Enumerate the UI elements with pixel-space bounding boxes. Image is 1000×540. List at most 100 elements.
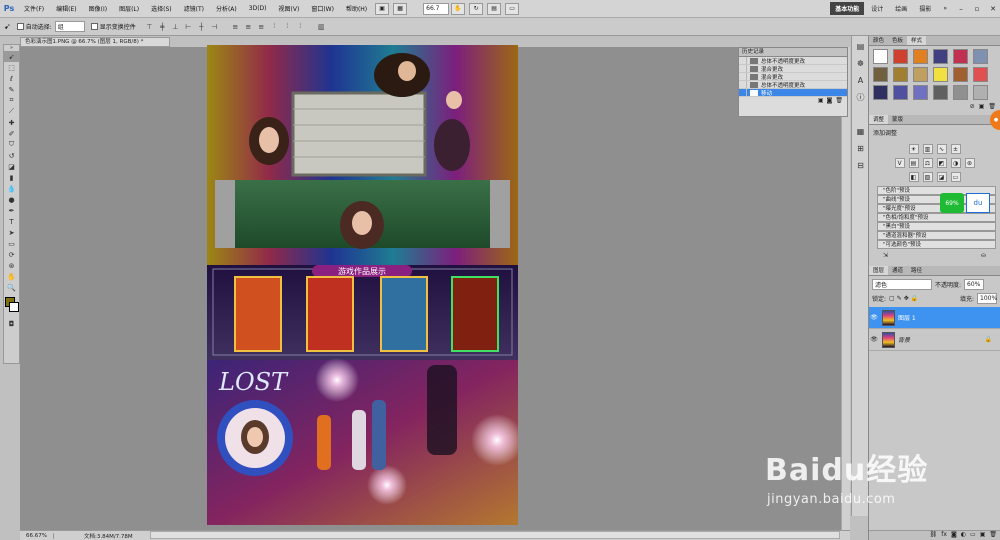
style-swatch[interactable] [973, 49, 988, 64]
zoom-select[interactable]: 66.7 [423, 2, 450, 15]
screen-mode-icon[interactable]: ▭ [505, 2, 520, 15]
trash-icon[interactable]: 🗑 [988, 103, 996, 111]
tab-adjustments[interactable]: 调整 [869, 115, 889, 124]
clone-stamp-icon[interactable]: ⛉ [4, 139, 19, 150]
layer-row[interactable]: 👁 背景 🔒 [869, 329, 1000, 351]
brightness-icon[interactable]: ☀ [908, 144, 919, 154]
dodge-tool-icon[interactable]: ● [4, 194, 19, 205]
auto-align-icon[interactable]: ▥ [316, 21, 327, 32]
status-zoom[interactable]: 66.67% [20, 532, 54, 539]
workspace-more-icon[interactable]: » [938, 2, 952, 15]
background-color-swatch[interactable] [9, 302, 19, 312]
style-swatch[interactable] [913, 49, 928, 64]
threshold-icon[interactable]: ◪ [936, 172, 947, 182]
add-mask-icon[interactable]: ◙ [951, 531, 957, 540]
trash-icon[interactable]: 🗑 [989, 531, 997, 540]
auto-select-dropdown[interactable]: 组 [54, 21, 85, 32]
info-panel-icon[interactable]: ⓘ [853, 90, 868, 104]
rotate-view-icon[interactable]: ↻ [469, 2, 484, 15]
baidu-badge[interactable]: du [966, 193, 990, 213]
vibrance-icon[interactable]: V [894, 158, 905, 168]
tab-paths[interactable]: 路径 [907, 266, 926, 275]
hand-tool-icon[interactable]: ✋ [451, 2, 466, 15]
black-white-icon[interactable]: ◩ [936, 158, 947, 168]
style-swatch[interactable] [913, 67, 928, 82]
style-swatch[interactable] [933, 67, 948, 82]
distribute-left-icon[interactable]: ⦙ [269, 21, 280, 32]
history-item[interactable]: 总体不透明度更改 [739, 57, 847, 65]
menu-filter[interactable]: 滤镜(T) [178, 4, 210, 13]
horizontal-scrollbar[interactable] [150, 531, 840, 539]
canvas-image[interactable]: 游戏作品展示 LOST [207, 45, 518, 525]
tab-masks[interactable]: 蒙版 [888, 115, 907, 124]
posterize-icon[interactable]: ▨ [922, 172, 933, 182]
menu-layer[interactable]: 图层(L) [113, 4, 145, 13]
channel-mixer-icon[interactable]: ⊛ [964, 158, 975, 168]
curves-icon[interactable]: ∿ [936, 144, 947, 154]
trash-icon[interactable]: 🗑 [835, 97, 843, 105]
expand-view-icon[interactable]: ⇲ [883, 252, 888, 262]
hand-tool-icon[interactable]: ✋ [4, 271, 19, 282]
preset-channel-mixer[interactable]: "通道混和器"预设 [877, 231, 996, 240]
menu-3d[interactable]: 3D(D) [243, 5, 273, 12]
marquee-tool-icon[interactable]: ⬚ [4, 62, 19, 73]
menu-file[interactable]: 文件(F) [18, 4, 50, 13]
new-group-icon[interactable]: ▭ [970, 531, 976, 540]
lock-transparent-icon[interactable]: ▢ [889, 295, 895, 302]
healing-brush-icon[interactable]: ✚ [4, 117, 19, 128]
3d-rotate-icon[interactable]: ⟳ [4, 249, 19, 260]
bridge-icon[interactable]: ▣ [375, 2, 390, 15]
tool-presets-icon[interactable]: ⊞ [853, 141, 868, 155]
workspace-essentials[interactable]: 基本功能 [830, 2, 865, 15]
clip-icon[interactable]: ⛀ [981, 252, 986, 262]
distribute-right-icon[interactable]: ⦙ [295, 21, 306, 32]
menu-help[interactable]: 帮助(H) [340, 4, 373, 13]
character-panel-icon[interactable]: A [853, 73, 868, 87]
lasso-tool-icon[interactable]: ℓ [4, 73, 19, 84]
quick-select-tool-icon[interactable]: ✎ [4, 84, 19, 95]
history-panel-icon[interactable]: ▤ [853, 39, 868, 53]
new-adjustment-icon[interactable]: ◐ [961, 531, 966, 540]
style-swatch[interactable] [933, 85, 948, 100]
workspace-painting[interactable]: 绘画 [890, 2, 912, 15]
tab-swatches[interactable]: 色板 [888, 36, 907, 45]
style-swatch[interactable] [953, 49, 968, 64]
tab-channels[interactable]: 通道 [888, 266, 907, 275]
layer-comps-icon[interactable]: ▦ [853, 124, 868, 138]
style-swatch[interactable] [953, 67, 968, 82]
align-bottom-icon[interactable]: ⊥ [170, 21, 181, 32]
align-hcenter-icon[interactable]: ┼ [196, 21, 207, 32]
auto-select-checkbox[interactable] [16, 23, 24, 30]
align-vcenter-icon[interactable]: ╪ [157, 21, 168, 32]
gradient-map-icon[interactable]: ▭ [950, 172, 961, 182]
style-none[interactable] [873, 49, 888, 64]
style-swatch[interactable] [953, 85, 968, 100]
lock-pixels-icon[interactable]: ✎ [897, 295, 902, 302]
style-swatch[interactable] [913, 85, 928, 100]
document-tab[interactable]: 色彩演示图1.PNG @ 66.7% (图层 1, RGB/8) * [20, 37, 170, 47]
history-item-active[interactable]: 移动 [739, 89, 847, 97]
arrange-documents-icon[interactable]: ▤ [487, 2, 502, 15]
menu-image[interactable]: 图像(I) [83, 4, 113, 13]
exposure-icon[interactable]: ± [950, 144, 961, 154]
close-icon[interactable]: ✕ [986, 3, 1000, 15]
distribute-top-icon[interactable]: ≡ [230, 21, 241, 32]
new-snapshot-icon[interactable]: ▣ [818, 97, 824, 105]
lock-position-icon[interactable]: ✥ [904, 295, 909, 302]
history-brush-icon[interactable]: ↺ [4, 150, 19, 161]
invert-icon[interactable]: ◧ [908, 172, 919, 182]
minimize-icon[interactable]: – [954, 3, 968, 15]
crop-tool-icon[interactable]: ⌗ [4, 95, 19, 106]
distribute-vcenter-icon[interactable]: ≡ [243, 21, 254, 32]
distribute-hcenter-icon[interactable]: ⦙ [282, 21, 293, 32]
move-tool-icon[interactable]: ➹ [4, 22, 11, 31]
clear-style-icon[interactable]: ⊘ [970, 103, 975, 111]
workspace-photography[interactable]: 摄影 [914, 2, 936, 15]
tab-layers[interactable]: 图层 [869, 266, 889, 275]
menu-select[interactable]: 选择(S) [145, 4, 178, 13]
photo-filter-icon[interactable]: ◑ [950, 158, 961, 168]
type-tool-icon[interactable]: T [4, 216, 19, 227]
camera-icon[interactable]: ◙ [827, 97, 833, 105]
path-select-icon[interactable]: ➤ [4, 227, 19, 238]
new-layer-icon[interactable]: ▣ [980, 531, 986, 540]
